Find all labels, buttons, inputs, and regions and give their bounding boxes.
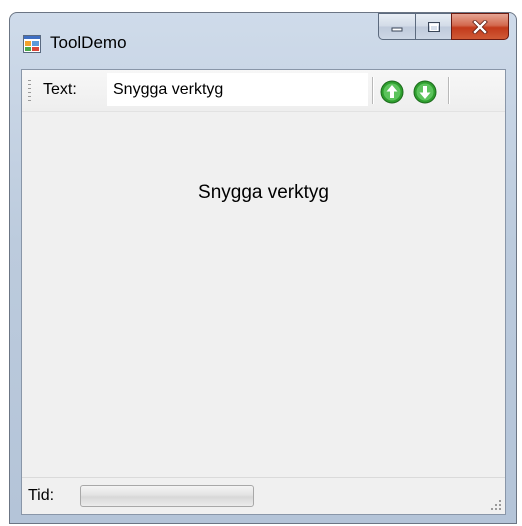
text-label: Text:	[43, 81, 77, 98]
close-icon	[472, 19, 488, 34]
green-down-arrow-icon	[413, 80, 437, 104]
maximize-button[interactable]	[415, 13, 451, 40]
progress-bar	[80, 485, 254, 507]
display-label: Snygga verktyg	[198, 182, 329, 203]
up-arrow-button[interactable]	[380, 80, 404, 104]
toolbar-separator	[448, 77, 450, 104]
maximize-icon	[427, 21, 440, 32]
application-window-icon	[23, 35, 41, 53]
toolbar: Text:	[22, 70, 505, 112]
minimize-button[interactable]	[378, 13, 415, 40]
toolbar-grip[interactable]	[28, 80, 31, 102]
caption-buttons	[378, 13, 509, 41]
resize-grip-icon[interactable]	[488, 497, 502, 511]
text-input[interactable]	[107, 73, 368, 106]
window-title: ToolDemo	[50, 33, 127, 52]
title-bar[interactable]: ToolDemo	[10, 13, 516, 63]
client-area: Text: Snygga verktyg Tid:	[21, 69, 506, 515]
down-arrow-button[interactable]	[413, 80, 437, 104]
status-label: Tid:	[28, 487, 55, 504]
minimize-icon	[391, 27, 403, 31]
toolbar-separator	[372, 77, 374, 104]
status-bar: Tid:	[22, 477, 505, 514]
app-window: ToolDemo Text: Snygga verktyg Snygga ver…	[9, 12, 517, 524]
green-up-arrow-icon	[380, 80, 404, 104]
close-button[interactable]	[451, 13, 509, 40]
